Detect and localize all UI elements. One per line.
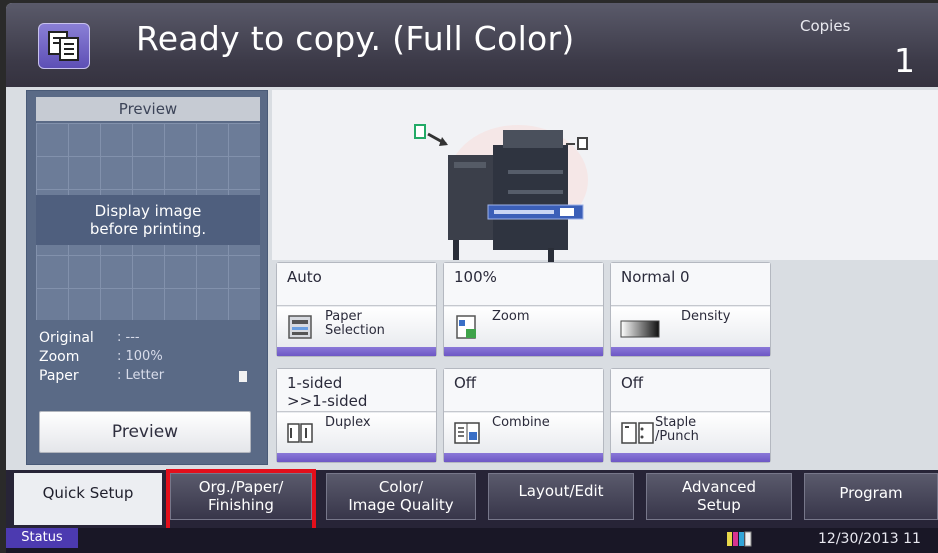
key-label: Combine xyxy=(492,415,550,430)
key-value: Normal 0 xyxy=(611,263,770,306)
key-label: Staple xyxy=(655,415,697,430)
combine-icon xyxy=(454,422,480,444)
machine-status-area xyxy=(272,90,938,262)
density-key[interactable]: Normal 0 Density xyxy=(610,262,771,357)
copy-documents-icon xyxy=(38,23,90,69)
info-label: Zoom xyxy=(39,349,80,365)
info-label: Paper xyxy=(39,368,79,384)
info-value: : 100% xyxy=(117,349,163,364)
preview-panel: Preview Display image before printing. O… xyxy=(26,90,268,465)
info-value: : --- xyxy=(117,330,140,345)
density-gradient-icon xyxy=(620,320,660,338)
status-button[interactable]: Status xyxy=(6,528,78,548)
key-label: Density xyxy=(681,309,731,324)
paper-sheet-icon xyxy=(239,371,247,382)
key-accent-bar xyxy=(277,453,436,462)
tab-advanced-setup[interactable]: Advanced Setup xyxy=(646,473,792,520)
tab-program[interactable]: Program xyxy=(804,473,938,520)
key-accent-bar xyxy=(444,453,603,462)
staple-punch-icon xyxy=(621,422,654,444)
copies-label: Copies xyxy=(800,17,851,35)
key-value: 1-sided xyxy=(287,374,343,392)
key-accent-bar xyxy=(444,347,603,356)
duplex-icon xyxy=(287,423,313,443)
preview-title: Preview xyxy=(36,97,260,121)
tab-label: Color/ xyxy=(378,478,424,496)
tab-quick-setup[interactable]: Quick Setup xyxy=(14,473,162,525)
info-value: : Letter xyxy=(117,368,165,383)
staple-punch-key[interactable]: Off Staple /Punch xyxy=(610,368,771,463)
info-label: Original xyxy=(39,330,94,346)
key-accent-bar xyxy=(611,347,770,356)
preview-message-line2: before printing. xyxy=(89,220,207,238)
key-label: Duplex xyxy=(325,415,371,430)
page-title: Ready to copy. (Full Color) xyxy=(136,19,575,58)
key-value: Auto xyxy=(277,263,436,306)
key-label-line2: /Punch xyxy=(655,429,699,444)
tab-label-line2: Setup xyxy=(697,496,741,514)
tab-label: Program xyxy=(839,484,903,502)
info-original: Original : --- xyxy=(39,330,261,349)
combine-key[interactable]: Off Combine xyxy=(443,368,604,463)
info-paper: Paper : Letter xyxy=(39,368,261,387)
preview-button[interactable]: Preview xyxy=(39,411,251,453)
duplex-key[interactable]: 1-sided >>1-sided Duplex xyxy=(276,368,437,463)
key-value: Off xyxy=(611,369,770,412)
tab-color-image-quality[interactable]: Color/ Image Quality xyxy=(326,473,476,520)
key-value-line2: >>1-sided xyxy=(287,392,368,410)
key-accent-bar xyxy=(611,453,770,462)
preview-message-line1: Display image xyxy=(94,202,202,220)
status-bar xyxy=(6,528,938,553)
key-value: 100% xyxy=(444,263,603,306)
info-zoom: Zoom : 100% xyxy=(39,349,261,368)
copier-screen: Ready to copy. (Full Color) Copies 1 Pre… xyxy=(6,3,938,553)
key-label: Zoom xyxy=(492,309,530,324)
key-label-line2: Selection xyxy=(325,323,385,338)
tab-highlight-box xyxy=(166,469,316,532)
preview-message: Display image before printing. xyxy=(36,195,260,245)
paper-tray-icon xyxy=(288,315,312,339)
tab-label: Layout/Edit xyxy=(518,482,604,500)
copies-count: 1 xyxy=(894,41,915,80)
tab-label: Advanced xyxy=(681,478,757,496)
tab-label-line2: Image Quality xyxy=(348,496,454,514)
key-label: Paper xyxy=(325,309,362,324)
tab-label: Quick Setup xyxy=(42,484,134,502)
copier-machine-icon xyxy=(414,124,588,262)
paper-selection-key[interactable]: Auto Paper Selection xyxy=(276,262,437,357)
tab-layout-edit[interactable]: Layout/Edit xyxy=(488,473,634,520)
key-accent-bar xyxy=(277,347,436,356)
zoom-key[interactable]: 100% Zoom xyxy=(443,262,604,357)
datetime-display: 12/30/2013 11 xyxy=(818,531,921,547)
zoom-icon xyxy=(456,315,476,339)
header-bar: Ready to copy. (Full Color) Copies 1 xyxy=(6,3,938,87)
toner-levels-icon xyxy=(727,531,752,547)
key-value: Off xyxy=(444,369,603,412)
